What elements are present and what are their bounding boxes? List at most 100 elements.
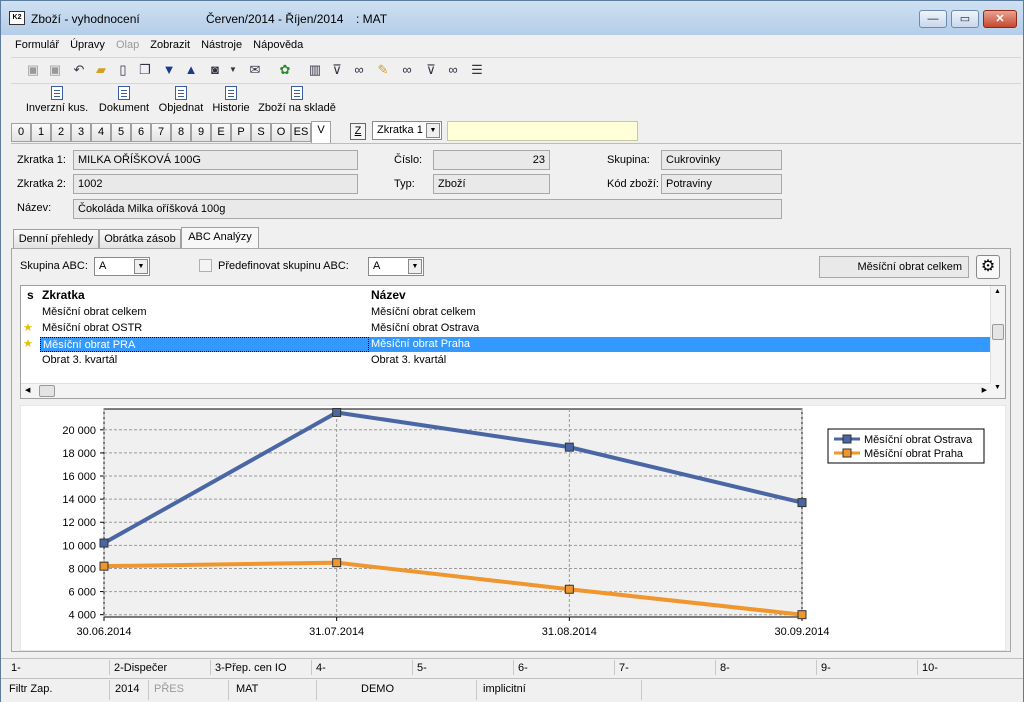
gear-icon[interactable]: ⚙ bbox=[976, 255, 1000, 279]
fkey-6[interactable]: 6- bbox=[518, 662, 528, 674]
arrow-down-icon[interactable]: ▼ bbox=[161, 62, 177, 78]
minimize-button[interactable]: — bbox=[919, 10, 947, 28]
undo-icon[interactable]: ↶ bbox=[71, 62, 87, 78]
fkey-5[interactable]: 5- bbox=[417, 662, 427, 674]
scroll-down-icon[interactable]: ▼ bbox=[994, 384, 1001, 391]
menu-nastroje[interactable]: Nástroje bbox=[197, 37, 246, 53]
zkratka1-field[interactable]: MILKA OŘÍŠKOVÁ 100G bbox=[73, 150, 358, 170]
page-tab[interactable]: S bbox=[251, 123, 271, 142]
col-zkratka-header[interactable]: Zkratka bbox=[42, 288, 85, 302]
chevron-down-icon[interactable]: ▼ bbox=[426, 123, 440, 138]
tab-abc-analyzy[interactable]: ABC Analýzy bbox=[181, 227, 259, 250]
separator bbox=[109, 660, 110, 675]
mail-icon[interactable]: ✉ bbox=[247, 62, 263, 78]
z-button[interactable]: Z bbox=[350, 123, 366, 140]
page-tab[interactable]: 2 bbox=[51, 123, 71, 142]
kod-zbozi-field[interactable]: Potraviny bbox=[661, 174, 782, 194]
nazev-field[interactable]: Čokoláda Milka oříšková 100g bbox=[73, 199, 782, 219]
y-tick-label: 16 000 bbox=[62, 471, 96, 483]
page-tab[interactable]: 7 bbox=[151, 123, 171, 142]
dropdown-arrow-icon[interactable]: ▼ bbox=[225, 62, 241, 78]
quick-search-input[interactable] bbox=[447, 121, 638, 141]
copy-doc-icon[interactable]: ❐ bbox=[137, 62, 153, 78]
page-tab[interactable]: ES bbox=[291, 123, 311, 142]
page-tab[interactable]: 8 bbox=[171, 123, 191, 142]
page-tab[interactable]: 9 bbox=[191, 123, 211, 142]
menu-napoveda[interactable]: Nápověda bbox=[249, 37, 307, 53]
edit-folder-icon[interactable]: ✎ bbox=[375, 62, 391, 78]
menu-icon[interactable]: ☰ bbox=[469, 62, 485, 78]
binoculars-clear-icon[interactable]: ∞ bbox=[445, 62, 461, 78]
sort-combo[interactable]: Zkratka 1 ▼ bbox=[372, 121, 442, 140]
objednat-button[interactable]: Objednat bbox=[157, 86, 205, 114]
page-tab[interactable]: 5 bbox=[111, 123, 131, 142]
filter-icon[interactable]: ⊽ bbox=[329, 62, 345, 78]
binoculars-icon[interactable]: ∞ bbox=[351, 62, 367, 78]
close-button[interactable]: ✕ bbox=[983, 10, 1017, 28]
binoculars-next-icon[interactable]: ∞ bbox=[399, 62, 415, 78]
page-tab[interactable]: 3 bbox=[71, 123, 91, 142]
fkey-1[interactable]: 1- bbox=[11, 662, 21, 674]
col-nazev-header[interactable]: Název bbox=[371, 288, 406, 302]
page-tab-active[interactable]: V bbox=[311, 121, 331, 143]
fkey-3[interactable]: 3-Přep. cen IO bbox=[215, 662, 287, 674]
predefinovat-label: Předefinovat skupinu ABC: bbox=[218, 260, 349, 272]
tab-obratka-zasob[interactable]: Obrátka zásob bbox=[99, 229, 181, 249]
camera-icon[interactable]: ◙ bbox=[207, 62, 223, 78]
predefinovat-combo[interactable]: A ▼ bbox=[368, 257, 424, 276]
chevron-down-icon[interactable]: ▼ bbox=[134, 259, 148, 274]
tree-icon[interactable]: ✿ bbox=[277, 62, 293, 78]
zbozi-na-sklade-button[interactable]: Zboží na skladě bbox=[257, 86, 337, 114]
data-point bbox=[99, 538, 109, 548]
scroll-right-icon[interactable]: ▶ bbox=[982, 386, 987, 394]
fkey-4[interactable]: 4- bbox=[316, 662, 326, 674]
skupina-abc-combo[interactable]: A ▼ bbox=[94, 257, 150, 276]
fkey-8[interactable]: 8- bbox=[720, 662, 730, 674]
inverzni-kus-button[interactable]: Inverzní kus. bbox=[25, 86, 89, 114]
horizontal-scrollbar[interactable]: ◀ ▶ bbox=[21, 383, 991, 398]
page-tab[interactable]: O bbox=[271, 123, 291, 142]
page-tab[interactable]: 6 bbox=[131, 123, 151, 142]
table-row[interactable]: Obrat 3. kvartál Obrat 3. kvartál bbox=[21, 353, 991, 369]
historie-button[interactable]: Historie bbox=[211, 86, 251, 114]
selected-analysis-field[interactable]: Měsíční obrat celkem bbox=[819, 256, 969, 278]
page-tab[interactable]: P bbox=[231, 123, 251, 142]
scroll-up-icon[interactable]: ▲ bbox=[994, 288, 1001, 295]
tab-denni-prehledy[interactable]: Denní přehledy bbox=[13, 229, 99, 249]
filter-doc-icon[interactable]: ⊽ bbox=[423, 62, 439, 78]
open-folder-icon[interactable]: ▰ bbox=[93, 62, 109, 78]
menu-zobrazit[interactable]: Zobrazit bbox=[146, 37, 194, 53]
fkey-7[interactable]: 7- bbox=[619, 662, 629, 674]
vertical-scrollbar[interactable]: ▲ ▼ bbox=[990, 286, 1005, 398]
menu-upravy[interactable]: Úpravy bbox=[66, 37, 109, 53]
dokument-button[interactable]: Dokument bbox=[97, 86, 151, 114]
fkey-10[interactable]: 10- bbox=[922, 662, 938, 674]
arrow-up-icon[interactable]: ▲ bbox=[183, 62, 199, 78]
book-icon[interactable]: ▥ bbox=[307, 62, 323, 78]
fkey-2[interactable]: 2-Dispečer bbox=[114, 662, 167, 674]
menu-formular[interactable]: Formulář bbox=[11, 37, 63, 53]
fkey-9[interactable]: 9- bbox=[821, 662, 831, 674]
page-tab[interactable]: 4 bbox=[91, 123, 111, 142]
page-tab[interactable]: 0 bbox=[11, 123, 31, 142]
col-s-header[interactable]: s bbox=[27, 288, 34, 302]
new-doc-icon[interactable]: ▯ bbox=[115, 62, 131, 78]
table-row-selected[interactable]: ★ Měsíční obrat PRA Měsíční obrat Praha bbox=[21, 337, 991, 353]
title-bar[interactable]: K2 Zboží - vyhodnocení Červen/2014 - Říj… bbox=[1, 1, 1023, 35]
table-row[interactable]: Měsíční obrat celkem Měsíční obrat celke… bbox=[21, 305, 991, 321]
table-row[interactable]: ★ Měsíční obrat OSTR Měsíční obrat Ostra… bbox=[21, 321, 991, 337]
typ-field[interactable]: Zboží bbox=[433, 174, 550, 194]
page-tab[interactable]: 1 bbox=[31, 123, 51, 142]
page-tab[interactable]: E bbox=[211, 123, 231, 142]
zkratka2-field[interactable]: 1002 bbox=[73, 174, 358, 194]
predefinovat-checkbox[interactable] bbox=[199, 259, 212, 272]
scroll-thumb[interactable] bbox=[39, 385, 55, 397]
scroll-thumb[interactable] bbox=[992, 324, 1004, 340]
separator bbox=[816, 660, 817, 675]
main-toolbar: ▣ ▣ ↶ ▰ ▯ ❐ ▼ ▲ ◙ ▼ ✉ ✿ ▥ ⊽ ∞ ✎ ∞ ⊽ ∞ ☰ bbox=[11, 57, 1021, 81]
maximize-button[interactable]: ▭ bbox=[951, 10, 979, 28]
chevron-down-icon[interactable]: ▼ bbox=[408, 259, 422, 274]
cislo-field[interactable]: 23 bbox=[433, 150, 550, 170]
skupina-field[interactable]: Cukrovinky bbox=[661, 150, 782, 170]
scroll-left-icon[interactable]: ◀ bbox=[25, 386, 30, 394]
